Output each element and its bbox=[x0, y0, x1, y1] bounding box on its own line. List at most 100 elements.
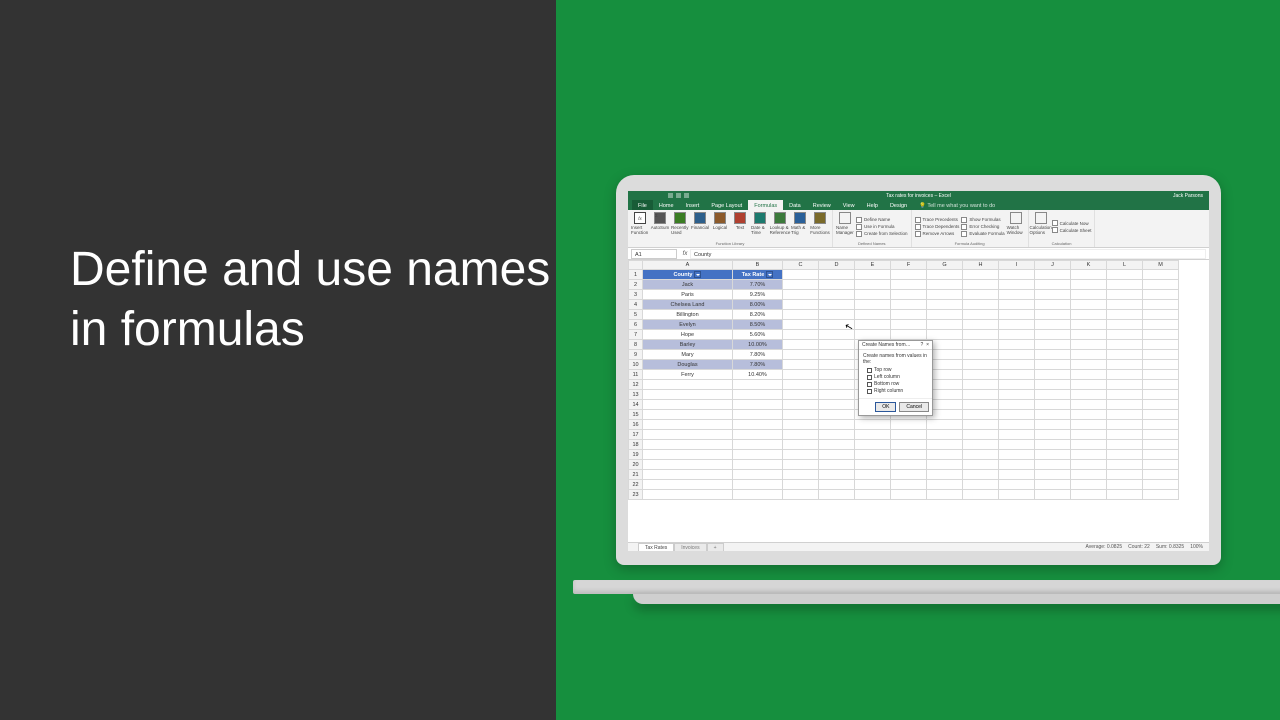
more-functions-button[interactable]: More Functions bbox=[811, 212, 829, 241]
cell-H16[interactable] bbox=[963, 420, 999, 430]
cell-J4[interactable] bbox=[1035, 300, 1071, 310]
cell-L23[interactable] bbox=[1107, 490, 1143, 500]
cell-M14[interactable] bbox=[1143, 400, 1179, 410]
cell-K16[interactable] bbox=[1071, 420, 1107, 430]
cell-J14[interactable] bbox=[1035, 400, 1071, 410]
check-left-column[interactable]: Left column bbox=[867, 374, 928, 380]
cell-I21[interactable] bbox=[999, 470, 1035, 480]
cell-G1[interactable] bbox=[927, 270, 963, 280]
cell-C6[interactable] bbox=[783, 320, 819, 330]
check-right-column[interactable]: Right column bbox=[867, 388, 928, 394]
cell-I7[interactable] bbox=[999, 330, 1035, 340]
row-header-12[interactable]: 12 bbox=[629, 380, 643, 390]
cell-F7[interactable] bbox=[891, 330, 927, 340]
cell-J22[interactable] bbox=[1035, 480, 1071, 490]
cell-K7[interactable] bbox=[1071, 330, 1107, 340]
cell-E16[interactable] bbox=[855, 420, 891, 430]
cell-K15[interactable] bbox=[1071, 410, 1107, 420]
cell-H9[interactable] bbox=[963, 350, 999, 360]
financial-button[interactable]: Financial bbox=[691, 212, 709, 241]
cell-J6[interactable] bbox=[1035, 320, 1071, 330]
cell-K5[interactable] bbox=[1071, 310, 1107, 320]
col-header-I[interactable]: I bbox=[999, 261, 1035, 270]
worksheet-grid[interactable]: ABCDEFGHIJKLM1CountyTax Rate2Jack7.70%3P… bbox=[628, 260, 1209, 542]
cell-L18[interactable] bbox=[1107, 440, 1143, 450]
cell-D14[interactable] bbox=[819, 400, 855, 410]
check-top-row[interactable]: Top row bbox=[867, 367, 928, 373]
cell-M6[interactable] bbox=[1143, 320, 1179, 330]
cell-M21[interactable] bbox=[1143, 470, 1179, 480]
cell-K3[interactable] bbox=[1071, 290, 1107, 300]
cell-B5[interactable]: 8.20% bbox=[733, 310, 783, 320]
dialog-ok-button[interactable]: OK bbox=[875, 402, 896, 412]
col-header-J[interactable]: J bbox=[1035, 261, 1071, 270]
cell-F22[interactable] bbox=[891, 480, 927, 490]
tab-view[interactable]: View bbox=[837, 200, 861, 210]
cell-L10[interactable] bbox=[1107, 360, 1143, 370]
cell-C7[interactable] bbox=[783, 330, 819, 340]
cell-C22[interactable] bbox=[783, 480, 819, 490]
cell-I2[interactable] bbox=[999, 280, 1035, 290]
cell-L11[interactable] bbox=[1107, 370, 1143, 380]
trace-dependents-button[interactable]: Trace Dependents bbox=[915, 224, 960, 230]
dialog-cancel-button[interactable]: Cancel bbox=[899, 402, 929, 412]
cell-H22[interactable] bbox=[963, 480, 999, 490]
cell-J2[interactable] bbox=[1035, 280, 1071, 290]
cell-L12[interactable] bbox=[1107, 380, 1143, 390]
cell-M12[interactable] bbox=[1143, 380, 1179, 390]
cell-H11[interactable] bbox=[963, 370, 999, 380]
cell-F4[interactable] bbox=[891, 300, 927, 310]
cell-C14[interactable] bbox=[783, 400, 819, 410]
check-bottom-row[interactable]: Bottom row bbox=[867, 381, 928, 387]
cell-A11[interactable]: Ferry bbox=[643, 370, 733, 380]
trace-precedents-button[interactable]: Trace Precedents bbox=[915, 217, 960, 223]
cell-A20[interactable] bbox=[643, 460, 733, 470]
cell-D21[interactable] bbox=[819, 470, 855, 480]
cell-B13[interactable] bbox=[733, 390, 783, 400]
col-header-K[interactable]: K bbox=[1071, 261, 1107, 270]
cell-D10[interactable] bbox=[819, 360, 855, 370]
cell-F6[interactable] bbox=[891, 320, 927, 330]
cell-A6[interactable]: Evelyn bbox=[643, 320, 733, 330]
cell-E17[interactable] bbox=[855, 430, 891, 440]
cell-A8[interactable]: Barley bbox=[643, 340, 733, 350]
cell-I12[interactable] bbox=[999, 380, 1035, 390]
cell-M3[interactable] bbox=[1143, 290, 1179, 300]
cell-E7[interactable] bbox=[855, 330, 891, 340]
cell-K17[interactable] bbox=[1071, 430, 1107, 440]
cell-K2[interactable] bbox=[1071, 280, 1107, 290]
col-header-F[interactable]: F bbox=[891, 261, 927, 270]
cell-M1[interactable] bbox=[1143, 270, 1179, 280]
name-box[interactable]: A1 bbox=[631, 249, 677, 259]
cell-C5[interactable] bbox=[783, 310, 819, 320]
cell-L9[interactable] bbox=[1107, 350, 1143, 360]
cell-J10[interactable] bbox=[1035, 360, 1071, 370]
cell-A21[interactable] bbox=[643, 470, 733, 480]
cell-F5[interactable] bbox=[891, 310, 927, 320]
cell-K8[interactable] bbox=[1071, 340, 1107, 350]
cell-E2[interactable] bbox=[855, 280, 891, 290]
cell-G18[interactable] bbox=[927, 440, 963, 450]
cell-J19[interactable] bbox=[1035, 450, 1071, 460]
cell-E23[interactable] bbox=[855, 490, 891, 500]
cell-E20[interactable] bbox=[855, 460, 891, 470]
cell-C20[interactable] bbox=[783, 460, 819, 470]
cell-H18[interactable] bbox=[963, 440, 999, 450]
cell-D17[interactable] bbox=[819, 430, 855, 440]
cell-J23[interactable] bbox=[1035, 490, 1071, 500]
cell-A9[interactable]: Mary bbox=[643, 350, 733, 360]
show-formulas-button[interactable]: Show Formulas bbox=[961, 217, 1004, 223]
col-header-E[interactable]: E bbox=[855, 261, 891, 270]
cell-K23[interactable] bbox=[1071, 490, 1107, 500]
cell-B14[interactable] bbox=[733, 400, 783, 410]
cell-G6[interactable] bbox=[927, 320, 963, 330]
cell-H6[interactable] bbox=[963, 320, 999, 330]
cell-A4[interactable]: Chelsea Land bbox=[643, 300, 733, 310]
cell-L8[interactable] bbox=[1107, 340, 1143, 350]
cell-H15[interactable] bbox=[963, 410, 999, 420]
cell-M16[interactable] bbox=[1143, 420, 1179, 430]
cell-C10[interactable] bbox=[783, 360, 819, 370]
cell-G5[interactable] bbox=[927, 310, 963, 320]
row-header-8[interactable]: 8 bbox=[629, 340, 643, 350]
col-header-D[interactable]: D bbox=[819, 261, 855, 270]
